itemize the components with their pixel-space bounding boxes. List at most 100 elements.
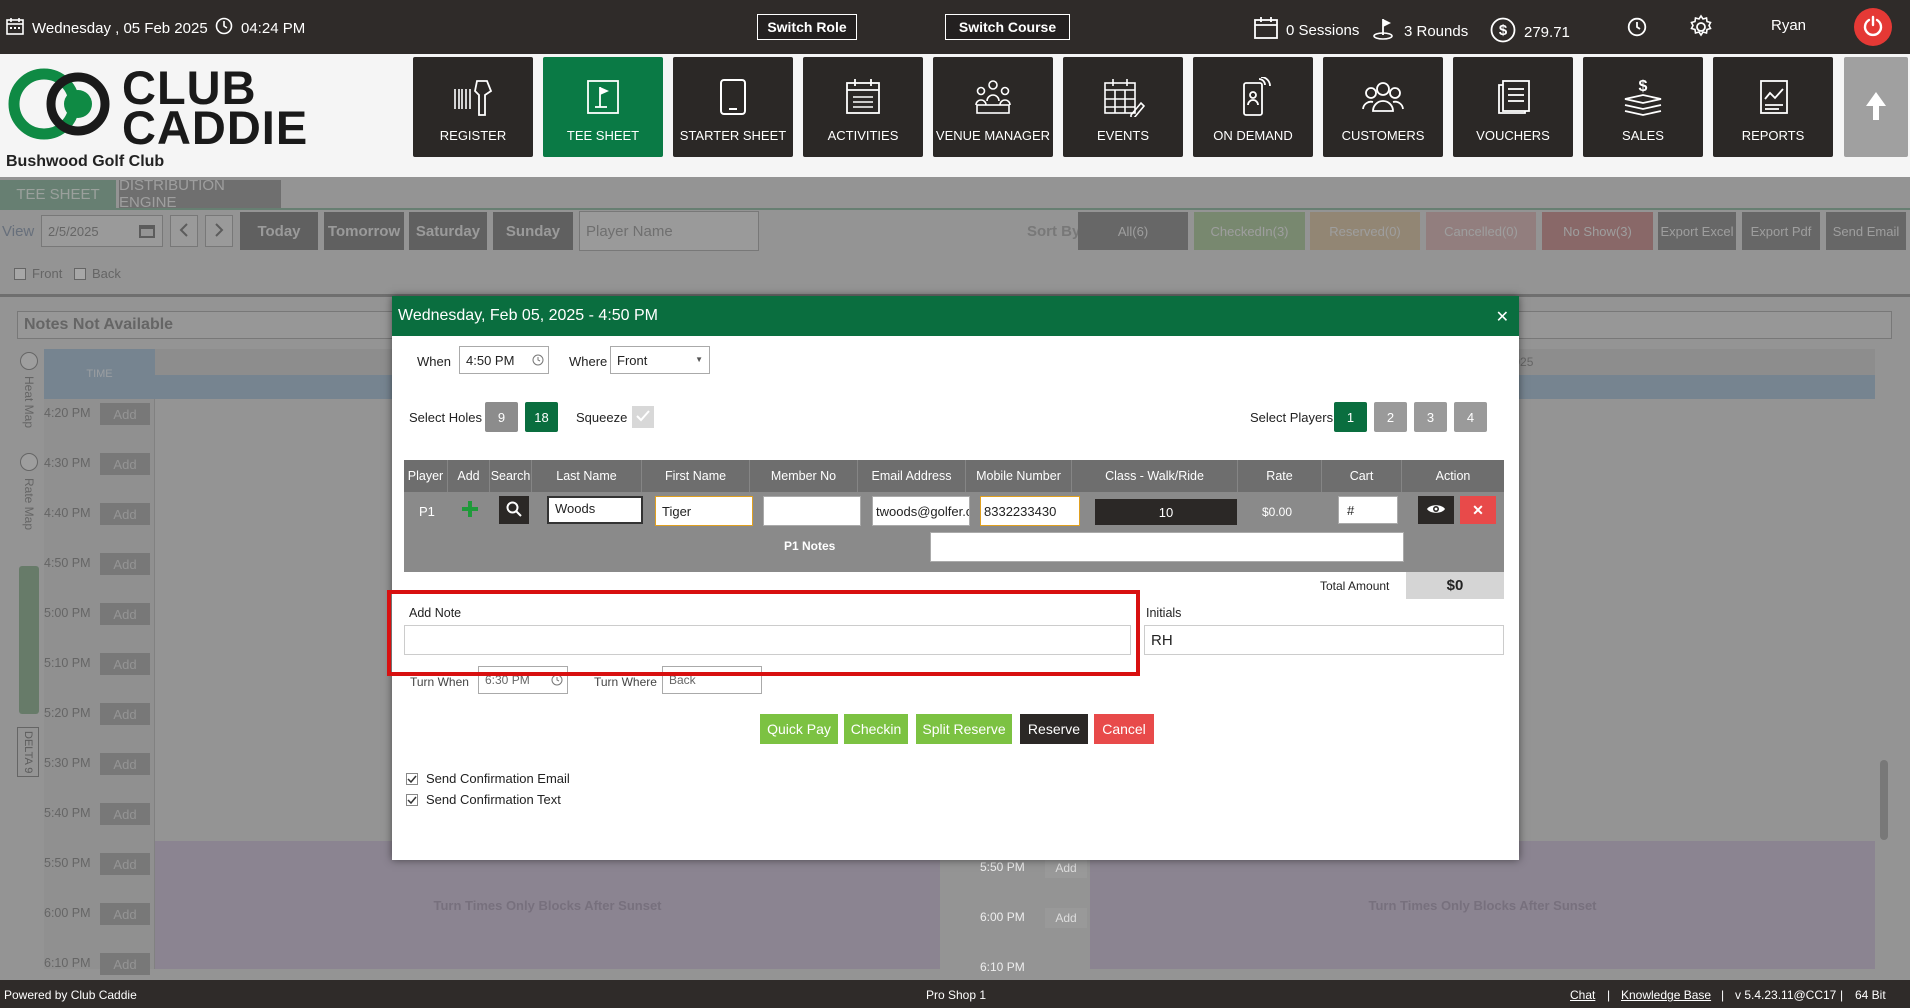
nav-events[interactable]: EVENTS	[1063, 57, 1183, 157]
col-class: Class - Walk/Ride	[1072, 460, 1238, 492]
settings-gear-icon[interactable]	[1688, 14, 1714, 40]
sessions-display[interactable]: 0 Sessions	[1254, 17, 1359, 43]
eye-icon	[1426, 502, 1446, 518]
nav-vouchers[interactable]: VOUCHERS	[1453, 57, 1573, 157]
time-display: 04:24 PM	[215, 17, 305, 39]
col-cart: Cart	[1322, 460, 1402, 492]
holes-18-button[interactable]: 18	[525, 402, 558, 432]
split-reserve-button[interactable]: Split Reserve	[916, 714, 1012, 744]
footer-separator: |	[1840, 988, 1844, 1002]
user-name[interactable]: Ryan	[1771, 17, 1806, 34]
players-2-button[interactable]: 2	[1374, 402, 1407, 432]
switch-course-button[interactable]: Switch Course	[945, 14, 1070, 40]
col-add: Add	[448, 460, 490, 492]
nav-venue-manager[interactable]: VENUE MANAGER	[933, 57, 1053, 157]
caret-down-icon: ▼	[695, 355, 703, 364]
phone-person-icon	[1233, 76, 1273, 120]
rounds-display[interactable]: 3 Rounds	[1372, 17, 1468, 45]
p1-notes-input[interactable]	[930, 532, 1404, 562]
select-holes-label: Select Holes	[409, 410, 482, 425]
knowledge-base-link[interactable]: Knowledge Base	[1621, 988, 1711, 1002]
powered-by: Powered by Club Caddie	[4, 988, 137, 1002]
nav-tee-sheet[interactable]: TEE SHEET	[543, 57, 663, 157]
svg-text:$: $	[1639, 78, 1648, 95]
nav-starter-sheet[interactable]: STARTER SHEET	[673, 57, 793, 157]
add-slot-button[interactable]: Add	[1045, 908, 1087, 928]
players-3-button[interactable]: 3	[1414, 402, 1447, 432]
player-table: Player Add Search Last Name First Name M…	[404, 460, 1504, 572]
history-clock-icon[interactable]	[1627, 17, 1647, 37]
modal-header: Wednesday, Feb 05, 2025 - 4:50 PM ✕	[392, 296, 1519, 336]
p1-notes-label: P1 Notes	[784, 539, 836, 553]
class-select[interactable]: 10	[1095, 499, 1237, 525]
total-amount-label: Total Amount	[1320, 579, 1390, 593]
send-confirmation-text-checkbox[interactable]: Send Confirmation Text	[406, 792, 561, 807]
nav-sales[interactable]: $ SALES	[1583, 57, 1703, 157]
clock-icon	[551, 674, 563, 689]
col-rate: Rate	[1238, 460, 1322, 492]
select-players-label: Select Players	[1250, 410, 1334, 425]
add-player-plus-icon[interactable]	[462, 501, 478, 520]
check-icon	[636, 409, 650, 425]
player-id: P1	[419, 504, 435, 519]
view-player-button[interactable]	[1418, 496, 1454, 524]
chat-link[interactable]: Chat	[1570, 988, 1595, 1002]
top-bar: Wednesday , 05 Feb 2025 04:24 PM Switch …	[0, 0, 1910, 54]
send-confirmation-email-checkbox[interactable]: Send Confirmation Email	[406, 771, 570, 786]
squeeze-checkbox[interactable]	[632, 406, 654, 428]
search-player-button[interactable]	[499, 496, 529, 524]
first-name-input[interactable]: Tiger	[655, 496, 753, 526]
nav-reports[interactable]: REPORTS	[1713, 57, 1833, 157]
add-slot-button[interactable]: Add	[1045, 858, 1087, 878]
mobile-input[interactable]: 8332233430	[980, 496, 1080, 526]
when-input[interactable]: 4:50 PM	[459, 346, 549, 374]
initials-label: Initials	[1146, 606, 1182, 620]
col-player: Player	[404, 460, 448, 492]
where-label: Where	[569, 354, 608, 369]
bits: 64 Bit	[1855, 988, 1886, 1002]
quick-pay-button[interactable]: Quick Pay	[760, 714, 838, 744]
footer-separator: |	[1721, 988, 1725, 1002]
search-icon	[506, 501, 522, 520]
initials-input[interactable]: RH	[1144, 625, 1504, 655]
last-name-input[interactable]: Woods	[547, 496, 643, 524]
remove-player-button[interactable]: ✕	[1460, 496, 1496, 524]
close-icon[interactable]: ✕	[1496, 307, 1509, 327]
where-select[interactable]: Front ▼	[610, 346, 710, 374]
svg-text:$: $	[1499, 22, 1508, 39]
calendar-pencil-icon	[1101, 77, 1146, 120]
switch-role-button[interactable]: Switch Role	[757, 14, 857, 40]
balance-display[interactable]: $ 279.71	[1490, 17, 1570, 47]
turn-where-label: Turn Where	[594, 675, 657, 689]
money-stack-icon: $	[1621, 77, 1665, 120]
cancel-button[interactable]: Cancel	[1094, 714, 1154, 744]
nav-activities[interactable]: ACTIVITIES	[803, 57, 923, 157]
nav-customers[interactable]: CUSTOMERS	[1323, 57, 1443, 157]
nav-register[interactable]: REGISTER	[413, 57, 533, 157]
col-member-no: Member No	[750, 460, 858, 492]
holes-9-button[interactable]: 9	[485, 402, 518, 432]
players-1-button[interactable]: 1	[1334, 402, 1367, 432]
nav-on-demand[interactable]: ON DEMAND	[1193, 57, 1313, 157]
shop-name: Pro Shop 1	[926, 988, 987, 1002]
cart-input[interactable]: #	[1338, 496, 1398, 524]
scroll-up-button[interactable]	[1844, 57, 1908, 157]
calendar-list-icon	[843, 77, 883, 120]
col-last-name: Last Name	[532, 460, 642, 492]
clock-icon	[532, 354, 544, 369]
players-4-button[interactable]: 4	[1454, 402, 1487, 432]
col-search: Search	[490, 460, 532, 492]
vouchers-icon	[1493, 77, 1533, 120]
checkin-button[interactable]: Checkin	[844, 714, 908, 744]
golf-flag-icon	[1372, 17, 1396, 45]
reserve-button[interactable]: Reserve	[1020, 714, 1088, 744]
member-no-input[interactable]	[763, 496, 861, 526]
report-chart-icon	[1753, 77, 1793, 120]
power-icon	[1862, 15, 1884, 40]
email-input[interactable]: twoods@golfer.com	[872, 496, 970, 526]
reservation-modal: Wednesday, Feb 05, 2025 - 4:50 PM ✕ When…	[387, 296, 1519, 860]
when-label: When	[417, 354, 451, 369]
group-icon	[1361, 77, 1405, 120]
modal-title: Wednesday, Feb 05, 2025 - 4:50 PM	[398, 307, 659, 324]
power-button[interactable]	[1854, 8, 1892, 46]
